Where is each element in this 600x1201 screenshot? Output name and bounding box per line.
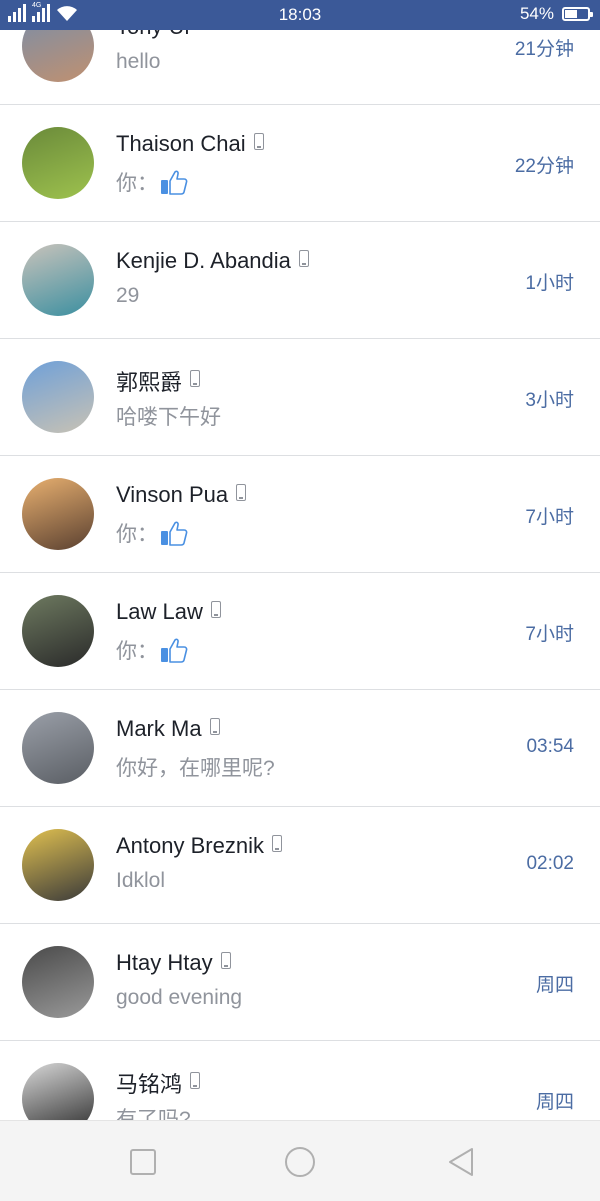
battery-percent: 54% [519, 4, 554, 23]
navigation-bar [0, 1120, 600, 1201]
status-bar: 4G 18:03 54% [0, 0, 600, 30]
contact-name-line: Kenjie D. Abandia [116, 248, 309, 274]
recents-square-icon[interactable] [126, 1145, 160, 1179]
message-time: 3小时 [525, 390, 574, 411]
contact-name: Htay Htay [116, 950, 213, 975]
conversation-row[interactable]: Vinson Pua 你： 7小时 [0, 456, 600, 573]
message-preview-line: 你： [116, 518, 188, 548]
message-preview-line: 你好，在哪里呢? [116, 752, 275, 782]
contact-name: Kenjie D. Abandia [116, 248, 291, 273]
conversation-row[interactable]: Antony Breznik Idklol 02:02 [0, 807, 600, 924]
message-preview: 你： [116, 640, 158, 663]
contact-name: Thaison Chai [116, 131, 246, 156]
conversation-row[interactable]: Mark Ma 你好，在哪里呢? 03:54 [0, 690, 600, 807]
message-time: 周四 [535, 975, 574, 996]
message-time: 21分钟 [514, 39, 574, 60]
mobile-device-icon [190, 369, 201, 387]
contact-name-line: Law Law [116, 599, 221, 625]
message-preview: hello [116, 50, 161, 73]
mobile-device-icon [236, 483, 247, 501]
message-time: 22分钟 [514, 156, 574, 177]
avatar[interactable] [22, 712, 94, 784]
message-time: 周四 [535, 1092, 574, 1113]
thumbs-up-icon [161, 521, 188, 546]
contact-name-line: Thaison Chai [116, 131, 264, 157]
message-time: 1小时 [525, 273, 574, 294]
conversation-row[interactable]: 郭熙爵哈喽下午好 3小时 [0, 339, 600, 456]
contact-name: Mark Ma [116, 716, 202, 741]
conversation-row[interactable]: Law Law 你： 7小时 [0, 573, 600, 690]
contact-name-line: 郭熙爵 [116, 365, 201, 397]
message-preview: 你： [116, 523, 158, 546]
mobile-device-icon [298, 249, 309, 267]
mobile-device-icon [220, 951, 231, 969]
avatar[interactable] [22, 478, 94, 550]
home-circle-icon[interactable] [283, 1145, 317, 1179]
back-triangle-icon[interactable] [444, 1145, 478, 1179]
message-time: 03:54 [526, 736, 574, 757]
mobile-device-icon [271, 834, 282, 852]
avatar[interactable] [22, 595, 94, 667]
status-time: 18:03 [278, 5, 322, 24]
message-time: 7小时 [525, 624, 574, 645]
contact-name: 马铭鸿 [116, 1072, 183, 1097]
avatar[interactable] [22, 127, 94, 199]
conversation-list: Tony Ulhello21分钟Thaison Chai你：22分钟Kenjie… [0, 0, 600, 1158]
thumbs-up-icon [161, 170, 188, 195]
conversation-row[interactable]: Htay Htay good evening 周四 [0, 924, 600, 1041]
message-preview-line: hello [116, 50, 160, 74]
message-preview: 哈喽下午好 [116, 406, 221, 429]
avatar[interactable] [22, 946, 94, 1018]
battery-indicator: 54% [519, 4, 593, 24]
conversation-row[interactable]: Kenjie D. Abandia 29 1小时 [0, 222, 600, 339]
message-preview: 你好，在哪里呢? [116, 757, 275, 780]
mobile-device-icon [209, 717, 220, 735]
contact-name-line: Htay Htay [116, 950, 231, 976]
message-preview: Idklol [116, 869, 166, 892]
contact-name-line: Vinson Pua [116, 482, 247, 508]
mobile-device-icon [210, 600, 221, 618]
thumbs-up-icon [161, 638, 188, 663]
mobile-device-icon [253, 132, 264, 150]
contact-name: 郭熙爵 [116, 370, 183, 395]
message-preview: 29 [116, 284, 140, 307]
contact-name-line: Mark Ma [116, 716, 220, 742]
contact-name-line: Antony Breznik [116, 833, 282, 859]
message-preview-line: 你： [116, 635, 188, 665]
message-preview: 你： [116, 172, 158, 195]
message-time: 02:02 [526, 853, 574, 874]
mobile-device-icon [190, 1071, 201, 1089]
conversation-row[interactable]: Thaison Chai 你： 22分钟 [0, 105, 600, 222]
message-preview-line: good evening [116, 986, 242, 1010]
message-preview-line: 你： [116, 167, 188, 197]
message-preview-line: 哈喽下午好 [116, 401, 221, 431]
message-preview-line: 29 [116, 284, 139, 308]
message-preview-line: Idklol [116, 869, 165, 893]
contact-name: Antony Breznik [116, 833, 264, 858]
contact-name: Law Law [116, 599, 203, 624]
contact-name-line: 马铭鸿 [116, 1067, 201, 1099]
message-time: 7小时 [525, 507, 574, 528]
avatar[interactable] [22, 361, 94, 433]
message-preview: good evening [116, 986, 243, 1009]
avatar[interactable] [22, 829, 94, 901]
contact-name: Vinson Pua [116, 482, 229, 507]
avatar[interactable] [22, 244, 94, 316]
battery-icon [562, 7, 593, 21]
